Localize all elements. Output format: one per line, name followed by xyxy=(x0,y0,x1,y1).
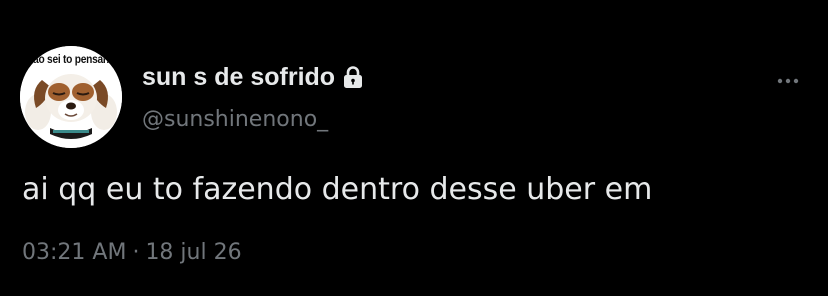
avatar-caption: ão sei to pensan xyxy=(33,52,109,66)
more-button[interactable] xyxy=(770,66,806,96)
handle[interactable]: @sunshinenono_ xyxy=(142,107,328,132)
avatar[interactable]: ão sei to pensan xyxy=(20,46,122,148)
lock-icon xyxy=(341,65,365,89)
tweet-meta: 03:21 AM · 18 jul 26 xyxy=(22,240,242,265)
tweet-date[interactable]: 18 jul 26 xyxy=(145,240,241,265)
tweet: ão sei to pensan sun s de sofrido @sunsh… xyxy=(0,0,828,296)
tweet-text: ai qq eu to fazendo dentro desse uber em xyxy=(22,172,653,207)
more-icon xyxy=(777,78,799,84)
display-name[interactable]: sun s de sofrido xyxy=(142,63,335,92)
meta-separator: · xyxy=(132,240,140,265)
tweet-time[interactable]: 03:21 AM xyxy=(22,240,126,265)
author-row: sun s de sofrido xyxy=(142,62,365,92)
